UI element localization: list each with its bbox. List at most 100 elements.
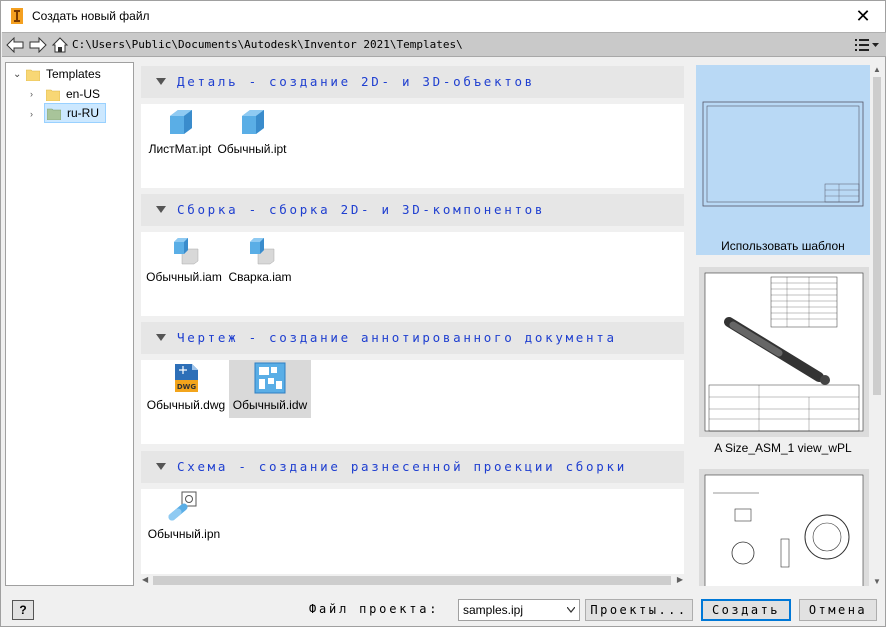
file-item[interactable]: ЛистМат.ipt — [145, 104, 215, 162]
close-icon: ✕ — [855, 6, 871, 26]
collapse-triangle-icon — [156, 334, 166, 341]
chevron-down-icon — [567, 607, 575, 613]
asm-drawing-thumbnail — [699, 267, 869, 437]
new-file-dialog: Создать новый файл ✕ C:\Users\Public\Doc… — [0, 0, 886, 627]
dwg-drawing-icon: DWG — [175, 364, 198, 392]
create-button[interactable]: Создать — [701, 599, 791, 621]
home-icon — [51, 37, 69, 53]
file-item[interactable]: Обычный.ipn — [145, 489, 223, 547]
expand-icon[interactable]: › — [30, 89, 38, 99]
section-title: Сборка - сборка 2D- и 3D-компонентов — [177, 202, 546, 217]
horizontal-scrollbar[interactable]: ◀ ▶ — [141, 574, 691, 586]
preview-item[interactable] — [696, 469, 870, 586]
arrow-left-icon — [6, 37, 24, 53]
tree-item-ru-ru[interactable]: ru-RU — [44, 103, 106, 123]
projects-button[interactable]: Проекты... — [585, 599, 693, 621]
expand-icon[interactable]: › — [30, 109, 38, 119]
scroll-right-icon[interactable]: ▶ — [677, 575, 683, 584]
part-cube-icon — [170, 110, 192, 134]
help-button[interactable]: ? — [12, 600, 34, 620]
template-sheet-thumbnail — [699, 98, 867, 210]
assembly-icon — [250, 238, 275, 265]
file-item[interactable]: Обычный.ipt — [215, 104, 289, 162]
window-title: Создать новый файл — [32, 9, 150, 23]
section-header-assembly[interactable]: Сборка - сборка 2D- и 3D-компонентов — [141, 194, 684, 226]
scroll-thumb[interactable] — [153, 576, 671, 585]
view-options-button[interactable] — [854, 37, 880, 53]
projects-button-label: Проекты... — [590, 603, 688, 617]
file-item[interactable]: DWG Обычный.dwg — [145, 360, 227, 418]
close-button[interactable]: ✕ — [841, 1, 885, 32]
tree-item-en-us[interactable]: en-US — [46, 84, 106, 104]
file-name: Сварка.iam — [228, 270, 292, 284]
part-drawing-thumbnail — [699, 469, 869, 586]
back-button[interactable] — [6, 36, 24, 54]
collapse-triangle-icon — [156, 78, 166, 85]
file-name: Обычный.ipt — [217, 142, 287, 156]
collapse-triangle-icon — [156, 463, 166, 470]
idw-drawing-icon — [254, 362, 286, 394]
section-body-part: ЛистМат.ipt Обычный.ipt — [141, 104, 684, 188]
section-header-presentation[interactable]: Схема - создание разнесенной проекции сб… — [141, 451, 684, 483]
tree-item-label: Templates — [46, 67, 101, 81]
dwg-badge: DWG — [177, 383, 197, 391]
file-item[interactable]: Обычный.iam — [145, 232, 223, 290]
section-body-drawing: DWG Обычный.dwg Обычный.idw — [141, 360, 684, 444]
section-body-assembly: Обычный.iam Сварка.iam — [141, 232, 684, 316]
home-button[interactable] — [51, 36, 69, 54]
project-file-select[interactable]: samples.ipj — [458, 599, 580, 621]
forward-button[interactable] — [29, 36, 47, 54]
scroll-up-icon[interactable]: ▲ — [873, 65, 881, 74]
file-item[interactable]: Обычный.idw — [229, 360, 311, 418]
arrow-right-icon — [29, 37, 47, 53]
current-path: C:\Users\Public\Documents\Autodesk\Inven… — [72, 38, 463, 51]
template-list: Деталь - создание 2D- и 3D-объектов Лист… — [141, 66, 691, 584]
project-file-label: Файл проекта: — [309, 602, 440, 616]
preview-item[interactable]: Использовать шаблон — [696, 65, 870, 255]
list-view-icon — [855, 39, 879, 51]
collapse-icon[interactable]: ⌄ — [13, 69, 21, 80]
file-name: Обычный.dwg — [146, 398, 226, 412]
file-name: Обычный.ipn — [147, 527, 221, 541]
assembly-icon — [174, 238, 199, 265]
part-cube-icon — [242, 110, 264, 134]
cancel-button-label: Отмена — [808, 603, 868, 617]
presentation-icon — [168, 491, 197, 521]
file-name: ЛистМат.ipt — [148, 142, 212, 156]
sheet-border-icon — [702, 101, 864, 207]
scroll-thumb[interactable] — [873, 77, 881, 395]
scroll-left-icon[interactable]: ◀ — [142, 575, 148, 584]
cancel-button[interactable]: Отмена — [799, 599, 877, 621]
part-drawing-icon — [699, 469, 869, 586]
folder-icon — [46, 89, 60, 101]
section-title: Чертеж - создание аннотированного докуме… — [177, 330, 617, 345]
section-header-drawing[interactable]: Чертеж - создание аннотированного докуме… — [141, 322, 684, 354]
preview-label: Использовать шаблон — [721, 239, 845, 253]
folder-tree: ⌄ Templates › en-US › ru-RU — [5, 62, 134, 586]
assembly-drawing-icon — [699, 267, 869, 437]
project-file-value: samples.ipj — [463, 603, 524, 617]
create-button-label: Создать — [711, 603, 781, 617]
scroll-down-icon[interactable]: ▼ — [873, 577, 881, 586]
preview-item[interactable]: A Size_ASM_1 view_wPL — [696, 267, 870, 459]
file-item[interactable]: Сварка.iam — [225, 232, 295, 290]
file-name: Обычный.idw — [232, 398, 308, 412]
tree-item-templates[interactable]: Templates — [26, 64, 126, 84]
section-body-presentation: Обычный.ipn — [141, 489, 684, 579]
section-title: Схема - создание разнесенной проекции сб… — [177, 459, 627, 474]
collapse-triangle-icon — [156, 206, 166, 213]
section-header-part[interactable]: Деталь - создание 2D- и 3D-объектов — [141, 66, 684, 98]
tree-item-label: en-US — [66, 87, 101, 101]
file-name: Обычный.iam — [146, 270, 222, 284]
help-icon: ? — [19, 603, 27, 617]
preview-pane: Использовать шаблон A Size_ASM_1 view_wP… — [694, 65, 883, 586]
section-title: Деталь - создание 2D- и 3D-объектов — [177, 74, 535, 89]
path-bar: C:\Users\Public\Documents\Autodesk\Inven… — [2, 32, 886, 57]
tree-item-label: ru-RU — [67, 106, 99, 120]
preview-vertical-scrollbar[interactable]: ▲ ▼ — [871, 65, 883, 586]
inventor-app-icon — [11, 8, 23, 24]
preview-label: A Size_ASM_1 view_wPL — [714, 441, 852, 455]
folder-icon — [47, 108, 61, 120]
title-bar: Создать новый файл ✕ — [1, 1, 885, 32]
folder-icon — [26, 69, 40, 81]
